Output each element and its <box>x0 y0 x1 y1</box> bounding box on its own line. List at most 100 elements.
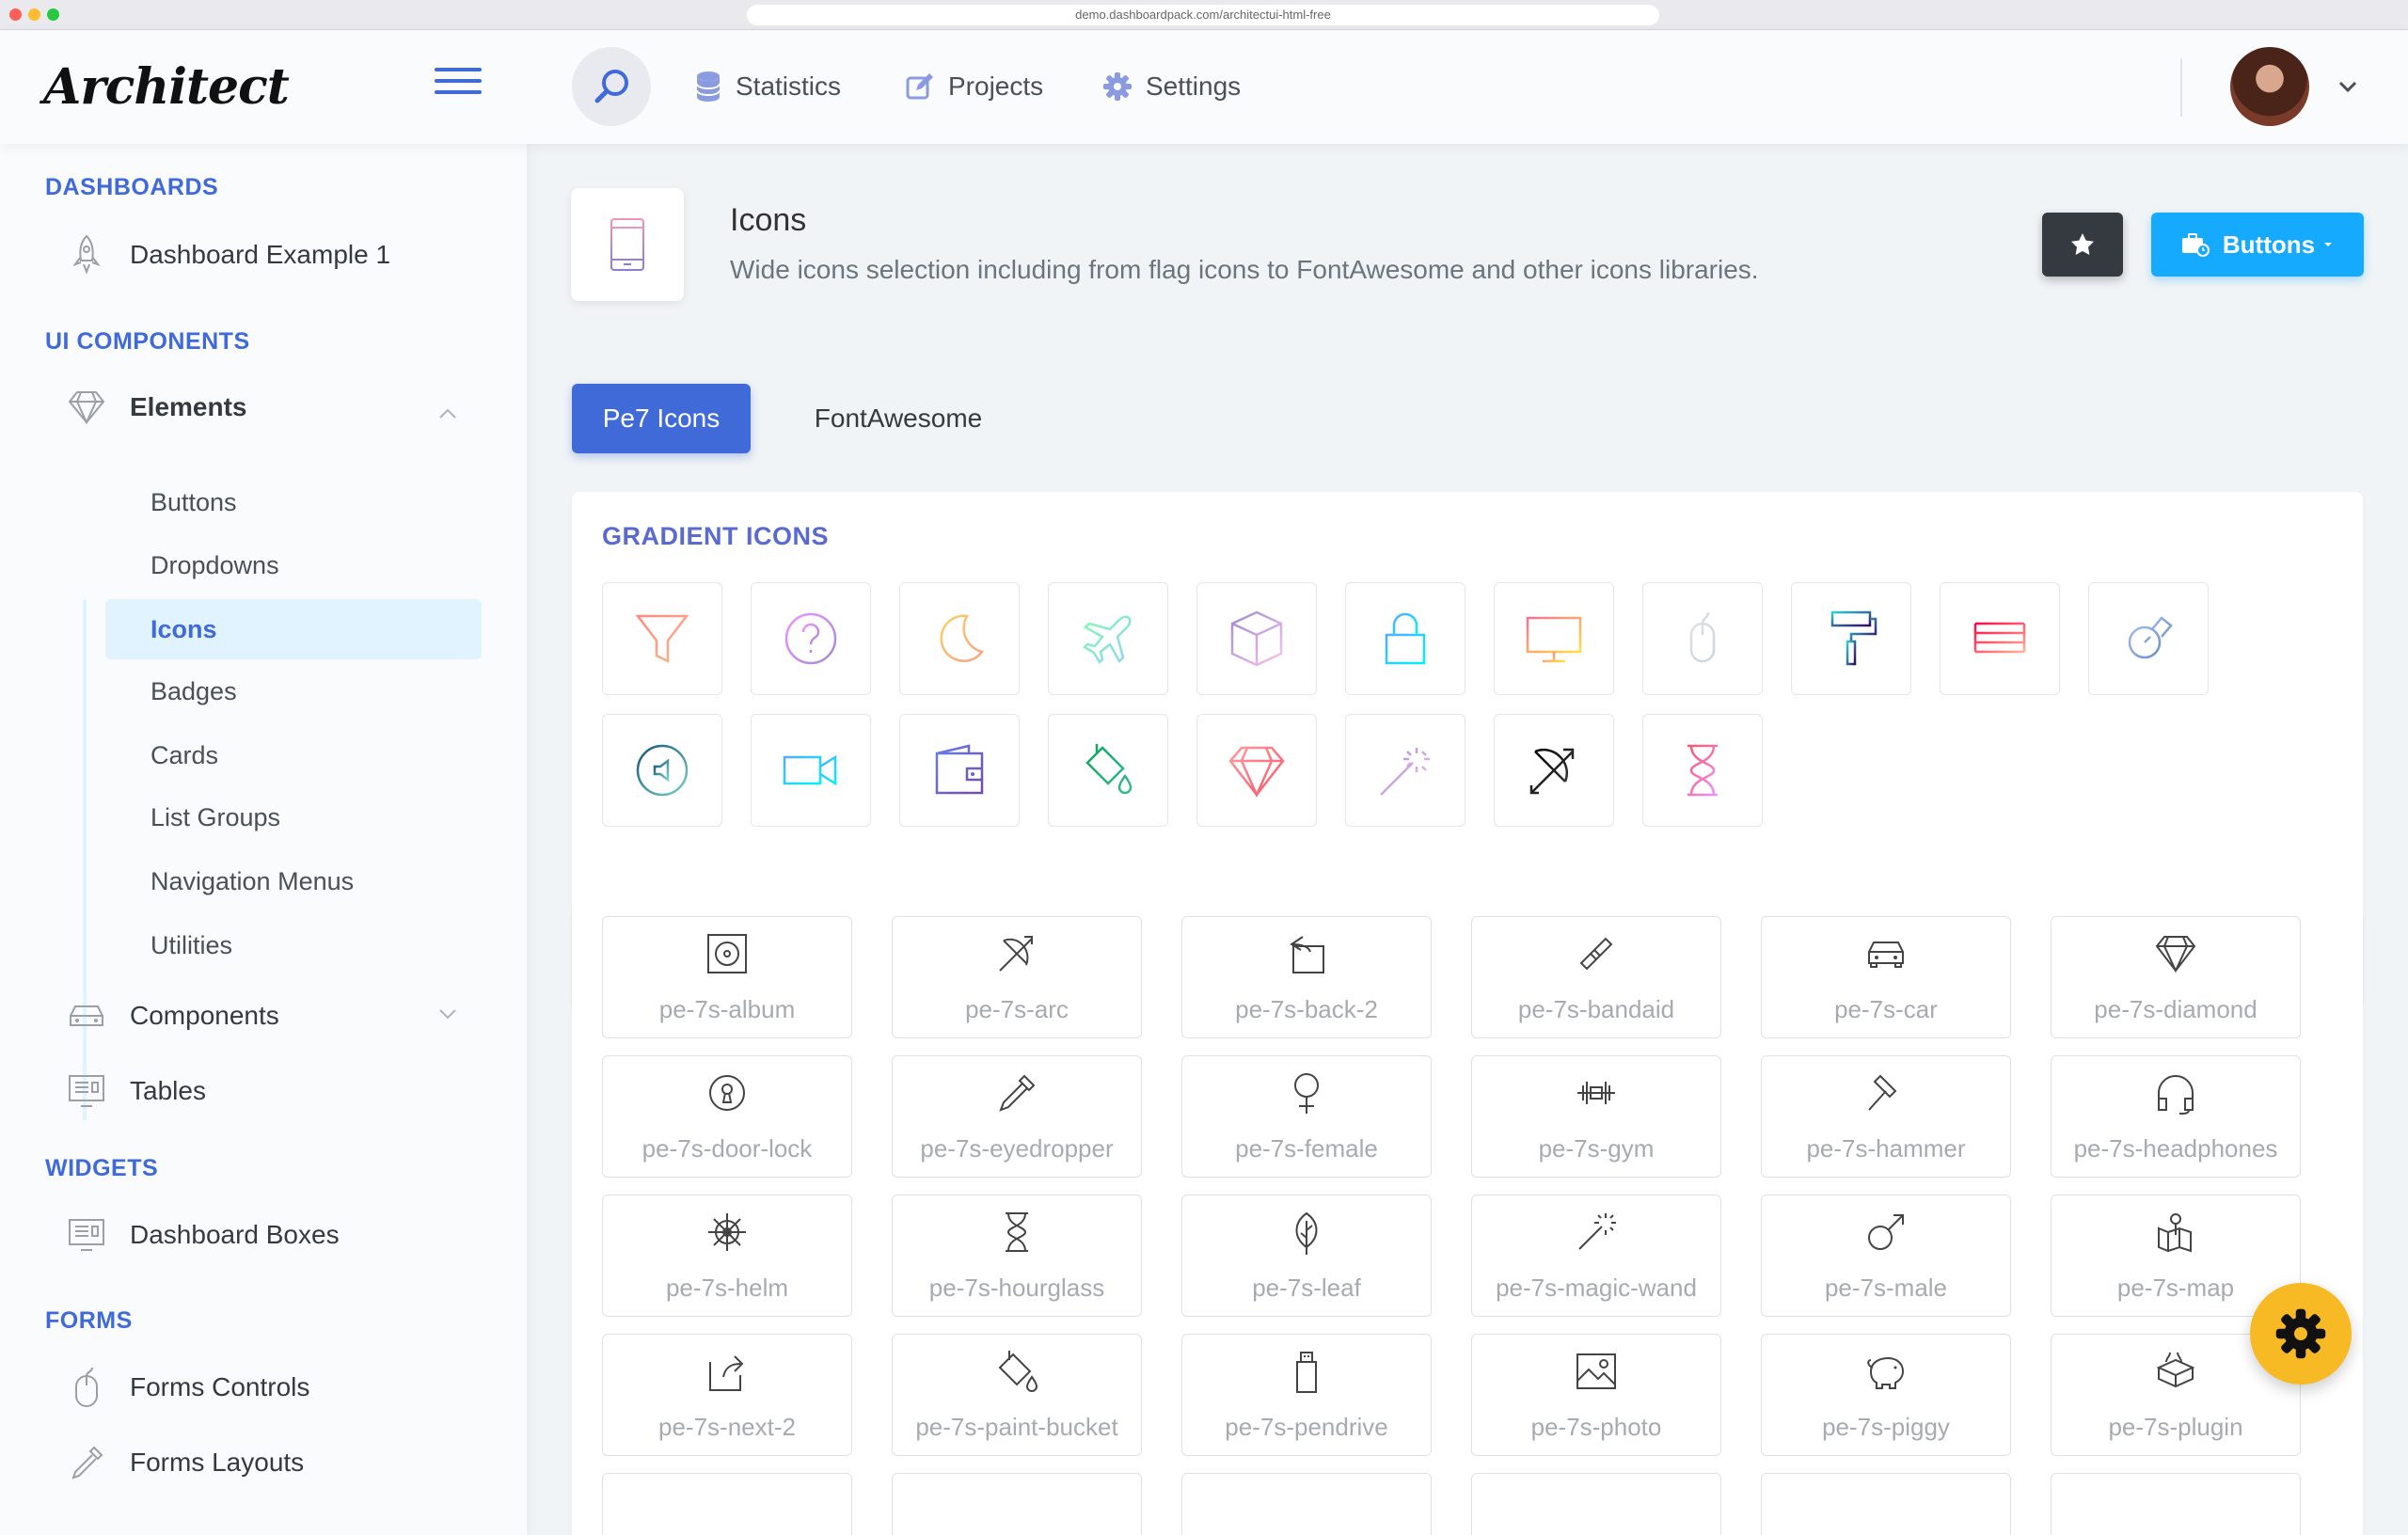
video-icon[interactable] <box>751 714 871 827</box>
next-2-icon <box>709 1354 744 1391</box>
search-button[interactable] <box>572 47 651 126</box>
icon-tile-label: pe-7s-car <box>1834 994 1938 1023</box>
icon-tile[interactable] <box>1181 1473 1432 1535</box>
icon-tile[interactable]: pe-7s-photo <box>1471 1334 1721 1456</box>
icon-tile[interactable] <box>2051 1473 2301 1535</box>
icon-tile[interactable]: pe-7s-arc <box>892 916 1142 1038</box>
cube-icon[interactable] <box>1196 582 1317 695</box>
hamburger-menu-icon[interactable] <box>435 68 482 98</box>
icon-tile[interactable]: pe-7s-paint-bucket <box>892 1334 1142 1456</box>
icon-tile-label: pe-7s-photo <box>1530 1412 1662 1441</box>
sidebar-subitem-icons[interactable]: Icons <box>105 599 482 659</box>
sidebar-item-label: Dashboard Boxes <box>130 1220 340 1249</box>
icon-tile[interactable]: pe-7s-album <box>602 916 852 1038</box>
lock-icon[interactable] <box>1345 582 1465 695</box>
icon-tile[interactable]: pe-7s-piggy <box>1761 1334 2011 1456</box>
user-avatar[interactable] <box>2230 47 2309 126</box>
sidebar-subitem-badges[interactable]: Badges <box>105 661 482 721</box>
volume-icon[interactable] <box>602 714 722 827</box>
icon-tile[interactable]: pe-7s-car <box>1761 916 2011 1038</box>
icon-tile[interactable]: pe-7s-gym <box>1471 1055 1721 1178</box>
watch-icon[interactable] <box>2088 582 2209 695</box>
chevron-down-icon[interactable] <box>438 1007 457 1021</box>
icon-tile[interactable] <box>602 1473 852 1535</box>
wallet-icon[interactable] <box>899 714 1020 827</box>
address-bar[interactable]: demo.dashboardpack.com/architectui-html-… <box>747 5 1659 25</box>
icon-tile[interactable]: pe-7s-next-2 <box>602 1334 852 1456</box>
bow-arrow-icon[interactable] <box>1494 714 1614 827</box>
hourglass-icon[interactable] <box>1642 714 1763 827</box>
plane-icon[interactable] <box>1048 582 1168 695</box>
paint-bucket-icon[interactable] <box>1048 714 1168 827</box>
sidebar-subitem-dropdowns[interactable]: Dropdowns <box>105 535 482 595</box>
icon-tile[interactable]: pe-7s-bandaid <box>1471 916 1721 1038</box>
icon-tile[interactable]: pe-7s-back-2 <box>1181 916 1432 1038</box>
sidebar-item-forms-layouts[interactable]: Forms Layouts <box>66 1442 304 1483</box>
sidebar-subitem-buttons[interactable]: Buttons <box>105 472 482 532</box>
icon-tile-label: pe-7s-headphones <box>2073 1133 2278 1163</box>
monitor-icon[interactable] <box>1494 582 1614 695</box>
sidebar-item-label: Forms Controls <box>130 1372 310 1401</box>
sidebar-item-dashboard-example[interactable]: Dashboard Example 1 <box>66 234 390 276</box>
caret-down-icon <box>2324 243 2333 246</box>
sidebar-subitem-cards[interactable]: Cards <box>105 725 482 785</box>
icon-tile[interactable]: pe-7s-headphones <box>2051 1055 2301 1178</box>
mouse-icon[interactable] <box>1642 582 1763 695</box>
icon-tile-label: pe-7s-male <box>1824 1273 1948 1302</box>
app-logo[interactable]: Architect <box>43 58 290 116</box>
icon-tile[interactable]: pe-7s-leaf <box>1181 1195 1432 1317</box>
buttons-dropdown-button[interactable]: Buttons <box>2151 213 2364 277</box>
section-dashboards: DASHBOARDS <box>45 174 219 200</box>
icon-tile-label: pe-7s-arc <box>965 994 1069 1023</box>
icon-tile[interactable]: pe-7s-helm <box>602 1195 852 1317</box>
icon-tile[interactable] <box>1471 1473 1721 1535</box>
car-icon <box>70 1005 103 1026</box>
menu-icon[interactable] <box>1940 582 2060 695</box>
tab-fontawesome[interactable]: FontAwesome <box>800 384 997 453</box>
sidebar-item-dashboard-boxes[interactable]: Dashboard Boxes <box>66 1214 340 1256</box>
icon-tile[interactable]: pe-7s-diamond <box>2051 916 2301 1038</box>
icon-tile[interactable]: pe-7s-magic-wand <box>1471 1195 1721 1317</box>
close-window-button[interactable] <box>9 8 22 21</box>
theme-settings-button[interactable] <box>2250 1283 2352 1385</box>
magic-wand-icon[interactable] <box>1345 714 1465 827</box>
diamond-icon[interactable] <box>1196 714 1317 827</box>
minimize-window-button[interactable] <box>28 8 40 21</box>
leaf-icon <box>1295 1211 1318 1255</box>
sidebar-item-tables[interactable]: Tables <box>66 1070 206 1112</box>
maximize-window-button[interactable] <box>47 8 59 21</box>
icon-tile[interactable]: pe-7s-hourglass <box>892 1195 1142 1317</box>
section-widgets: WIDGETS <box>45 1155 159 1181</box>
icon-tile[interactable]: pe-7s-pendrive <box>1181 1334 1432 1456</box>
nav-settings[interactable]: Settings <box>1102 64 1241 109</box>
sidebar-item-elements[interactable]: Elements <box>66 387 247 428</box>
filter-icon[interactable] <box>602 582 722 695</box>
paint-roller-icon[interactable] <box>1791 582 1911 695</box>
icon-tile-label: pe-7s-paint-bucket <box>915 1412 1118 1441</box>
icon-tile[interactable] <box>1761 1473 2011 1535</box>
page-subtitle: Wide icons selection including from flag… <box>730 255 1759 284</box>
icon-tile[interactable]: pe-7s-eyedropper <box>892 1055 1142 1178</box>
sidebar-item-forms-controls[interactable]: Forms Controls <box>66 1367 309 1408</box>
sidebar-subitem-list-groups[interactable]: List Groups <box>105 787 482 847</box>
icon-tile[interactable]: pe-7s-male <box>1761 1195 2011 1317</box>
icon-tile[interactable]: pe-7s-door-lock <box>602 1055 852 1178</box>
chevron-up-icon[interactable] <box>438 407 457 420</box>
icon-tile[interactable]: pe-7s-female <box>1181 1055 1432 1178</box>
chevron-down-icon[interactable] <box>2337 75 2359 98</box>
tab-pe7-icons[interactable]: Pe7 Icons <box>572 384 751 453</box>
sidebar-subitem-utilities[interactable]: Utilities <box>105 915 482 975</box>
nav-projects[interactable]: Projects <box>905 64 1043 109</box>
moon-icon[interactable] <box>899 582 1020 695</box>
nav-statistics[interactable]: Statistics <box>694 64 841 109</box>
icon-tile-label: pe-7s-pendrive <box>1225 1412 1388 1441</box>
icon-tile[interactable]: pe-7s-hammer <box>1761 1055 2011 1178</box>
sidebar-subitem-navigation-menus[interactable]: Navigation Menus <box>105 851 482 911</box>
star-button[interactable] <box>2042 213 2123 277</box>
car-icon <box>1868 941 1904 968</box>
help-icon[interactable] <box>751 582 871 695</box>
sidebar-item-components[interactable]: Components <box>66 995 279 1037</box>
helm-icon <box>708 1212 746 1251</box>
icon-tile[interactable] <box>892 1473 1142 1535</box>
phone-icon <box>610 218 644 271</box>
